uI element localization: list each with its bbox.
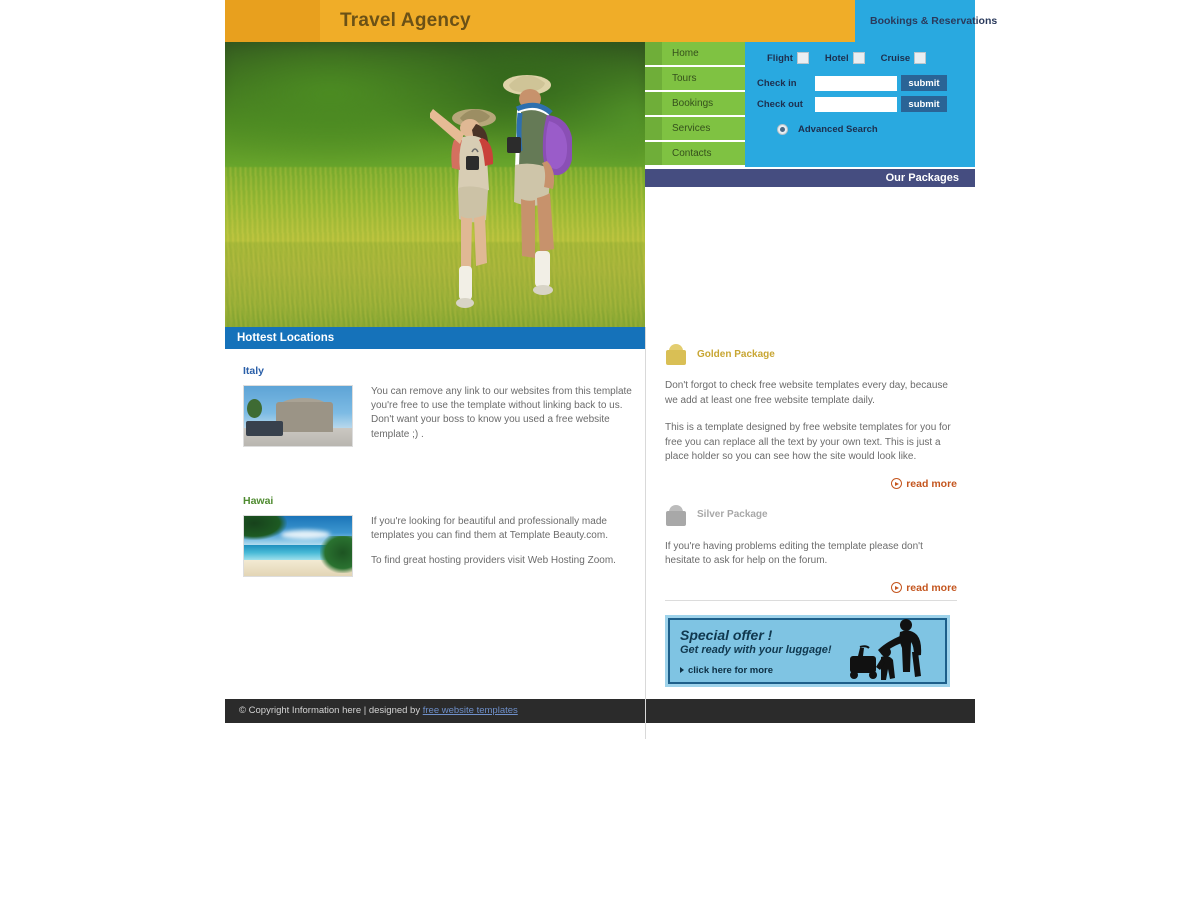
our-packages-title: Our Packages: [885, 172, 959, 184]
flight-checkbox-label: Flight: [767, 52, 793, 64]
footer-credit-link[interactable]: free website templates: [423, 705, 518, 716]
nav-item-home[interactable]: Home: [645, 42, 745, 67]
page-root: Travel Agency Bookings & Reservations Ho…: [0, 0, 1200, 900]
booking-panel-title: Bookings & Reservations: [870, 15, 998, 27]
location-name: Hawai: [243, 494, 274, 507]
checkout-submit-button[interactable]: submit: [901, 96, 947, 112]
hiker-man-figure: [503, 75, 572, 295]
checkin-submit-button[interactable]: submit: [901, 75, 947, 91]
golden-package-paragraph: Don't forgot to check free website templ…: [665, 380, 948, 406]
silver-package-header: Silver Package: [665, 504, 957, 526]
location-paragraph: To find great hosting providers visit We…: [371, 555, 616, 567]
copyright-text: © Copyright Information here | designed …: [239, 705, 423, 716]
golden-read-more-link[interactable]: read more: [891, 478, 957, 490]
nav-item-tours[interactable]: Tours: [645, 67, 745, 92]
cruise-checkbox[interactable]: [914, 52, 927, 64]
packages-column: Golden Package Don't forgot to check fre…: [645, 327, 975, 739]
arrow-circle-icon: [891, 478, 903, 489]
nav-booking-wrap: Home Tours Bookings Services Contacts Fl…: [645, 42, 975, 167]
location-paragraph: If you're looking for beautiful and prof…: [371, 515, 608, 541]
hawai-foliage-right: [319, 536, 352, 574]
special-offer-headline: Special offer !: [680, 626, 773, 643]
silver-package-name: Silver Package: [697, 509, 768, 520]
hottest-locations-bar: Hottest Locations: [225, 327, 645, 349]
location-hawai: Hawai If you're looking for beautiful an…: [225, 453, 645, 580]
advanced-search-row[interactable]: Advanced Search: [777, 124, 975, 135]
page-title: Travel Agency: [340, 10, 471, 31]
footer-text: © Copyright Information here | designed …: [239, 705, 518, 716]
arrow-right-icon: [680, 667, 684, 673]
footer: © Copyright Information here | designed …: [225, 698, 975, 723]
our-packages-bar: Our Packages: [645, 167, 975, 187]
nav-item-label: Services: [672, 123, 711, 134]
hero-and-sidebar-row: Home Tours Bookings Services Contacts Fl…: [225, 42, 975, 327]
checkout-label: Check out: [757, 98, 803, 110]
hero-image: [225, 42, 645, 327]
booking-form-panel: Flight Hotel Cruise Check in submit Chec…: [745, 42, 975, 167]
silver-package: Silver Package If you're having problems…: [645, 490, 975, 601]
header: Travel Agency Bookings & Reservations: [225, 0, 997, 42]
advanced-search-label: Advanced Search: [798, 124, 878, 135]
hotel-checkbox-label: Hotel: [824, 52, 849, 64]
golden-package-paragraph: This is a template designed by free webs…: [665, 422, 951, 462]
checkin-row: Check in submit: [757, 75, 975, 91]
checkout-input[interactable]: [815, 96, 897, 112]
nav-item-contacts[interactable]: Contacts: [645, 142, 745, 167]
special-offer-wrap: Special offer ! Get ready with your lugg…: [645, 601, 975, 687]
nav-item-services[interactable]: Services: [645, 117, 745, 142]
logo-block: [225, 0, 320, 42]
hawai-foliage-left: [244, 515, 288, 540]
golden-package-header: Golden Package: [665, 343, 957, 365]
hawai-thumbnail: [243, 514, 353, 577]
main-navigation: Home Tours Bookings Services Contacts: [645, 42, 745, 167]
nav-item-label: Tours: [672, 73, 697, 84]
italy-thumbnail: [243, 385, 353, 447]
header-spacer: [745, 0, 855, 42]
flight-checkbox[interactable]: [796, 52, 809, 64]
silver-read-more-row: read more: [665, 582, 957, 594]
nav-item-label: Contacts: [672, 148, 712, 159]
special-offer-content: Special offer ! Get ready with your lugg…: [668, 618, 947, 676]
hottest-locations-column: Hottest Locations Italy You can remove a…: [225, 327, 645, 579]
special-offer-cta[interactable]: click here for more: [680, 665, 947, 676]
hottest-locations-title: Hottest Locations: [237, 332, 335, 344]
content-row: Hottest Locations Italy You can remove a…: [225, 327, 975, 739]
booking-type-checkboxes: Flight Hotel Cruise: [745, 48, 975, 70]
bag-icon: [665, 343, 687, 365]
checkin-label: Check in: [757, 77, 797, 89]
location-italy: Italy You can remove any link to our web…: [225, 349, 645, 453]
location-description: You can remove any link to our websites …: [371, 385, 645, 453]
checkout-row: Check out submit: [757, 96, 975, 112]
location-body: If you're looking for beautiful and prof…: [243, 514, 645, 580]
italy-castle-base: [276, 401, 333, 432]
golden-package-name: Golden Package: [697, 348, 775, 360]
advanced-search-radio[interactable]: [777, 124, 788, 135]
bag-icon: [665, 504, 687, 526]
silver-package-paragraph: If you're having problems editing the te…: [665, 540, 923, 567]
cruise-checkbox-label: Cruise: [880, 52, 911, 64]
italy-market-stall: [246, 420, 283, 437]
checkin-input[interactable]: [815, 75, 897, 91]
golden-read-more-row: read more: [665, 478, 957, 490]
location-description: If you're looking for beautiful and prof…: [371, 515, 645, 580]
booking-panel-header-left: Bookings & Reservations: [855, 0, 997, 42]
location-body: You can remove any link to our websites …: [243, 385, 645, 453]
special-offer-cta-label: click here for more: [688, 664, 774, 676]
nav-item-bookings[interactable]: Bookings: [645, 92, 745, 117]
nav-item-label: Bookings: [672, 98, 714, 109]
hotel-checkbox[interactable]: [852, 52, 865, 64]
sidebar-column: Home Tours Bookings Services Contacts Fl…: [645, 42, 975, 187]
location-paragraph: You can remove any link to our websites …: [371, 386, 632, 440]
location-name: Italy: [243, 365, 265, 377]
special-offer-subhead: Get ready with your luggage!: [680, 643, 832, 656]
site-title-block: Travel Agency: [320, 0, 745, 42]
read-more-label: read more: [906, 477, 957, 490]
silver-read-more-link[interactable]: read more: [891, 582, 957, 594]
special-offer-banner[interactable]: Special offer ! Get ready with your lugg…: [665, 614, 950, 687]
read-more-label: read more: [906, 581, 957, 594]
site-container: Travel Agency Bookings & Reservations Ho…: [225, 0, 997, 739]
nav-item-label: Home: [672, 48, 699, 59]
arrow-circle-icon: [891, 582, 903, 593]
golden-package: Golden Package Don't forgot to check fre…: [645, 327, 975, 490]
